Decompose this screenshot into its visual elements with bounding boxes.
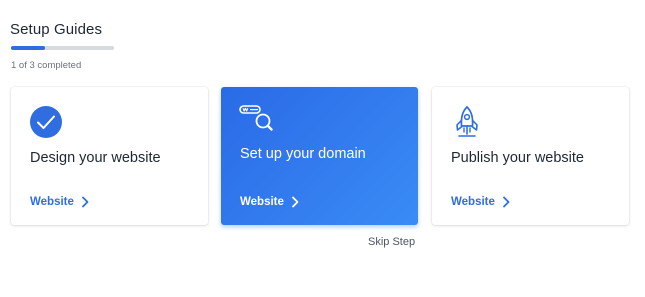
- rocket-icon: [456, 106, 478, 137]
- link-label: Website: [240, 196, 284, 208]
- progress-bar: [11, 46, 114, 50]
- chevron-right-icon: [291, 196, 299, 208]
- website-link[interactable]: Website: [451, 196, 511, 208]
- chevron-right-icon: [502, 196, 510, 208]
- progress-bar-fill: [11, 46, 46, 50]
- guide-card-domain[interactable]: Set up your domain Website: [221, 87, 418, 225]
- progress-text: 1 of 3 completed: [11, 60, 82, 71]
- link-label: Website: [30, 196, 74, 208]
- chevron-right-icon: [81, 196, 89, 208]
- setup-guides-panel: Setup Guides 1 of 3 completed Design you…: [0, 0, 645, 297]
- card-title: Design your website: [30, 150, 161, 166]
- guide-card-design[interactable]: Design your website Website: [11, 87, 208, 225]
- card-title: Publish your website: [451, 150, 584, 166]
- check-circle-icon: [30, 106, 62, 138]
- website-link[interactable]: Website: [30, 196, 90, 208]
- page-title: Setup Guides: [10, 21, 103, 38]
- skip-step-button[interactable]: Skip Step: [368, 236, 415, 248]
- card-title: Set up your domain: [240, 146, 366, 162]
- guide-card-publish[interactable]: Publish your website Website: [432, 87, 629, 225]
- website-link[interactable]: Website: [240, 196, 300, 208]
- domain-search-icon: [239, 105, 273, 131]
- link-label: Website: [451, 196, 495, 208]
